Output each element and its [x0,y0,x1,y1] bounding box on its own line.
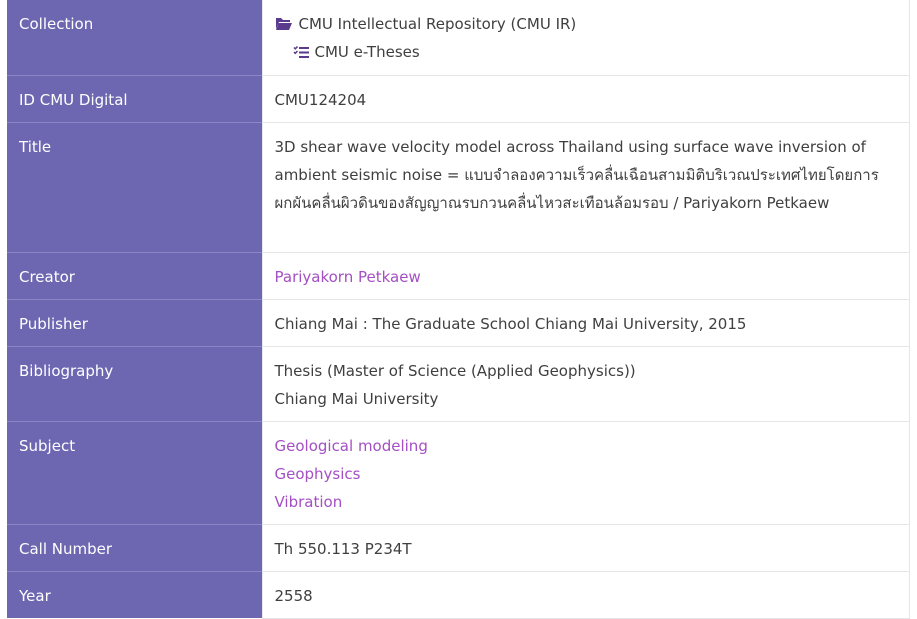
task-list-icon [292,45,309,59]
id-row: ID CMU Digital CMU124204 [7,74,910,122]
title-text: 3D shear wave velocity model across Thai… [274,137,879,212]
title-value: 3D shear wave velocity model across Thai… [261,121,910,252]
collection-item[interactable]: CMU e-Theses [275,38,898,66]
record-metadata-table: Collection CMU Intellectual Repository (… [7,0,910,619]
bibliography-value: Thesis (Master of Science (Applied Geoph… [261,345,910,421]
folder-open-icon [275,17,293,31]
row-label: Publisher [7,298,262,346]
collection-row: Collection CMU Intellectual Repository (… [7,0,910,75]
year-value: 2558 [261,570,910,619]
subject-row: Subject Geological modeling Geophysics V… [7,420,910,524]
row-label: Call Number [7,523,262,571]
year-row: Year 2558 [7,570,910,619]
collection-value: CMU Intellectual Repository (CMU IR) CMU… [261,0,910,75]
subject-value: Geological modeling Geophysics Vibration [261,420,910,524]
id-value: CMU124204 [261,74,910,122]
row-label: ID CMU Digital [7,74,262,122]
creator-value: Pariyakorn Petkaew [261,251,910,299]
row-label: Bibliography [7,345,262,421]
row-label: Year [7,570,262,618]
collection-item[interactable]: CMU Intellectual Repository (CMU IR) [275,10,898,38]
call-number-row: Call Number Th 550.113 P234T [7,523,910,571]
bibliography-row: Bibliography Thesis (Master of Science (… [7,345,910,421]
publisher-row: Publisher Chiang Mai : The Graduate Scho… [7,298,910,346]
subject-link[interactable]: Vibration [275,488,898,516]
subject-link[interactable]: Geophysics [275,460,898,488]
row-label: Subject [7,420,262,524]
creator-link[interactable]: Pariyakorn Petkaew [275,263,898,291]
row-label: Title [7,121,262,252]
creator-row: Creator Pariyakorn Petkaew [7,251,910,299]
row-label: Creator [7,251,262,299]
publisher-value: Chiang Mai : The Graduate School Chiang … [261,298,910,346]
title-row: Title 3D shear wave velocity model acros… [7,121,910,252]
bibliography-line: Thesis (Master of Science (Applied Geoph… [274,361,636,380]
row-label: Collection [7,0,262,75]
bibliography-line: Chiang Mai University [274,389,439,408]
collection-item-label[interactable]: CMU e-Theses [315,38,420,66]
call-number-value: Th 550.113 P234T [261,523,910,571]
collection-item-label[interactable]: CMU Intellectual Repository (CMU IR) [299,10,577,38]
subject-link[interactable]: Geological modeling [275,432,898,460]
